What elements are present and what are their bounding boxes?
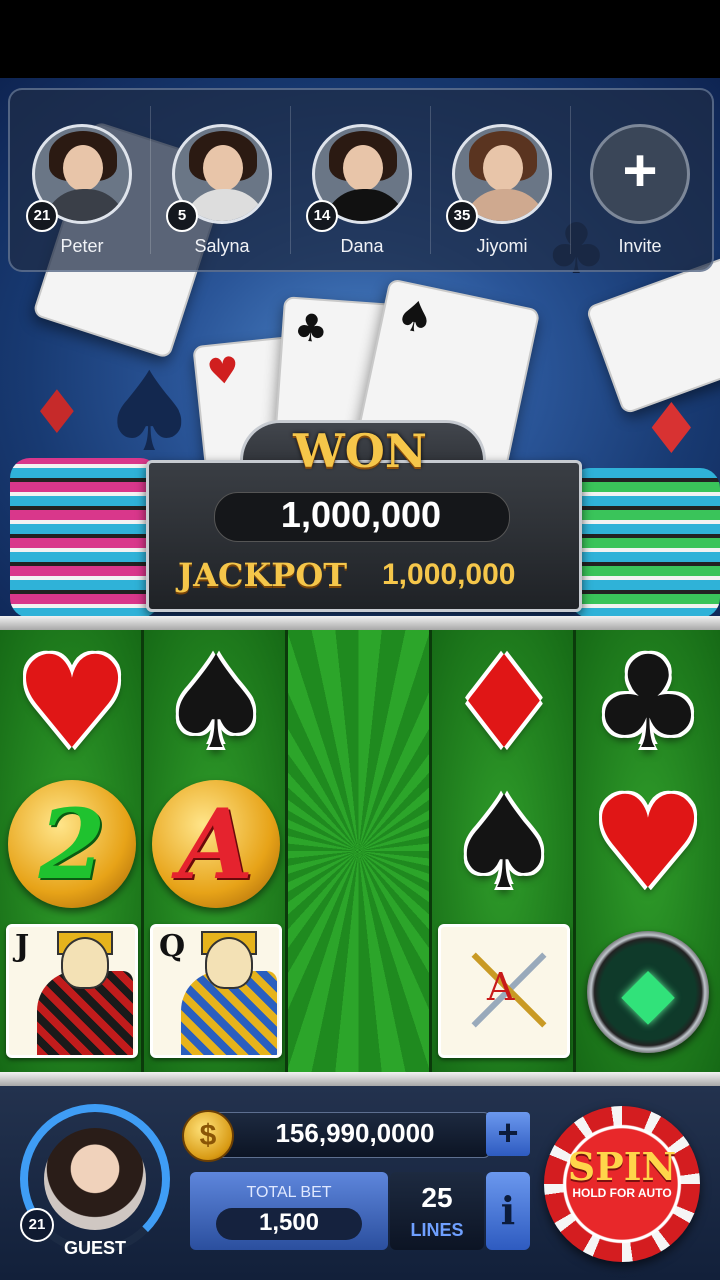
reel-bottom-rail bbox=[0, 1072, 720, 1086]
level-badge: 35 bbox=[446, 200, 478, 232]
heart-icon: ♥ bbox=[14, 630, 130, 778]
club-icon: ♣ bbox=[590, 630, 706, 778]
heart-symbol: ♥ bbox=[6, 638, 138, 770]
total-bet-label: TOTAL BET bbox=[246, 1184, 332, 1201]
spade-symbol: ♠ bbox=[438, 778, 570, 910]
won-amount: 1,000,000 bbox=[280, 494, 442, 535]
won-title: WON bbox=[293, 424, 427, 478]
status-bar bbox=[0, 0, 720, 78]
spin-label: SPIN bbox=[567, 1144, 677, 1189]
jackpot-label: JACKPOT bbox=[178, 556, 347, 594]
friend-name: Jiyomi bbox=[476, 236, 528, 256]
reel-5: ♣ ♥ ◆ bbox=[576, 630, 720, 1072]
emerald-gem-icon: ◆ bbox=[587, 931, 709, 1053]
friend-name: Peter bbox=[60, 236, 104, 256]
heart-icon: ♥ bbox=[205, 349, 242, 394]
deco-diamond-icon: ♦ bbox=[640, 388, 703, 470]
invite-circle: + bbox=[590, 124, 690, 224]
chip-stack-left bbox=[10, 458, 160, 618]
level-badge: 14 bbox=[306, 200, 338, 232]
player-avatar[interactable] bbox=[44, 1128, 146, 1230]
invite-button[interactable]: + Invite bbox=[570, 90, 710, 270]
friend-peter[interactable]: 21 Peter bbox=[12, 90, 152, 270]
dollar-coin-icon: $ bbox=[182, 1110, 234, 1162]
buy-coins-button[interactable]: + bbox=[486, 1112, 530, 1156]
club-icon: ♣ bbox=[292, 305, 330, 352]
heart-icon: ♥ bbox=[590, 769, 706, 918]
coin-a-icon: A bbox=[152, 780, 280, 908]
chip-stack-right bbox=[570, 468, 720, 618]
spin-hold-label: HOLD FOR AUTO bbox=[572, 1186, 672, 1200]
friend-jiyomi[interactable]: 35 Jiyomi bbox=[432, 90, 572, 270]
jack-card-symbol: J bbox=[6, 924, 138, 1058]
friend-name: Dana bbox=[340, 236, 384, 256]
spade-icon: ♠ bbox=[391, 288, 439, 345]
spade-symbol: ♠ bbox=[150, 638, 282, 770]
club-symbol: ♣ bbox=[582, 638, 714, 770]
reel-1: ♥ 2 J bbox=[0, 630, 144, 1072]
jackpot-value: 1,000,000 bbox=[382, 558, 516, 591]
slot-reels: ♥ 2 J ♠ A Q ♦ ♠ A ♣ ♥ ◆ bbox=[0, 630, 720, 1072]
balance-value: 156,990,0000 bbox=[275, 1118, 435, 1148]
divider bbox=[290, 106, 291, 254]
player-level-badge: 21 bbox=[20, 1208, 54, 1242]
friends-bar: 21 Peter 5 Salyna 14 Dana 35 Jiyomi + In… bbox=[8, 88, 714, 272]
card-rank: J bbox=[15, 929, 30, 964]
queen-card-symbol: Q bbox=[150, 924, 282, 1058]
divider bbox=[150, 106, 151, 254]
info-button[interactable]: i bbox=[486, 1172, 530, 1250]
invite-label: Invite bbox=[618, 236, 662, 256]
card-rank: A bbox=[487, 965, 515, 1009]
coin-a-symbol: A bbox=[150, 778, 282, 910]
deco-diamond-icon: ♦ bbox=[30, 378, 84, 448]
lines-value: 25 bbox=[421, 1182, 453, 1213]
deco-spade-icon: ♠ bbox=[100, 348, 199, 476]
reel-3-empty bbox=[288, 630, 432, 1072]
reel-4: ♦ ♠ A bbox=[432, 630, 576, 1072]
level-badge: 21 bbox=[26, 200, 58, 232]
emerald-symbol: ◆ bbox=[582, 926, 714, 1058]
card-rank: Q bbox=[159, 929, 186, 964]
plus-icon: + bbox=[622, 137, 658, 204]
heart-symbol: ♥ bbox=[582, 778, 714, 910]
divider bbox=[430, 106, 431, 254]
friend-dana[interactable]: 14 Dana bbox=[292, 90, 432, 270]
lines-label: LINES bbox=[410, 1220, 464, 1240]
total-bet-value: 1,500 bbox=[258, 1209, 320, 1236]
ace-card-symbol: A bbox=[438, 924, 570, 1058]
spade-icon: ♠ bbox=[158, 630, 274, 778]
spade-icon: ♠ bbox=[446, 769, 562, 918]
diamond-symbol: ♦ bbox=[438, 638, 570, 770]
player-name: GUEST bbox=[63, 1238, 126, 1258]
reel-top-rail bbox=[0, 616, 720, 630]
coin-2-symbol: 2 bbox=[6, 778, 138, 910]
level-badge: 5 bbox=[166, 200, 198, 232]
friend-salyna[interactable]: 5 Salyna bbox=[152, 90, 292, 270]
friend-name: Salyna bbox=[194, 236, 250, 256]
reel-2: ♠ A Q bbox=[144, 630, 288, 1072]
diamond-icon: ♦ bbox=[446, 630, 562, 778]
coin-2-icon: 2 bbox=[8, 780, 136, 908]
